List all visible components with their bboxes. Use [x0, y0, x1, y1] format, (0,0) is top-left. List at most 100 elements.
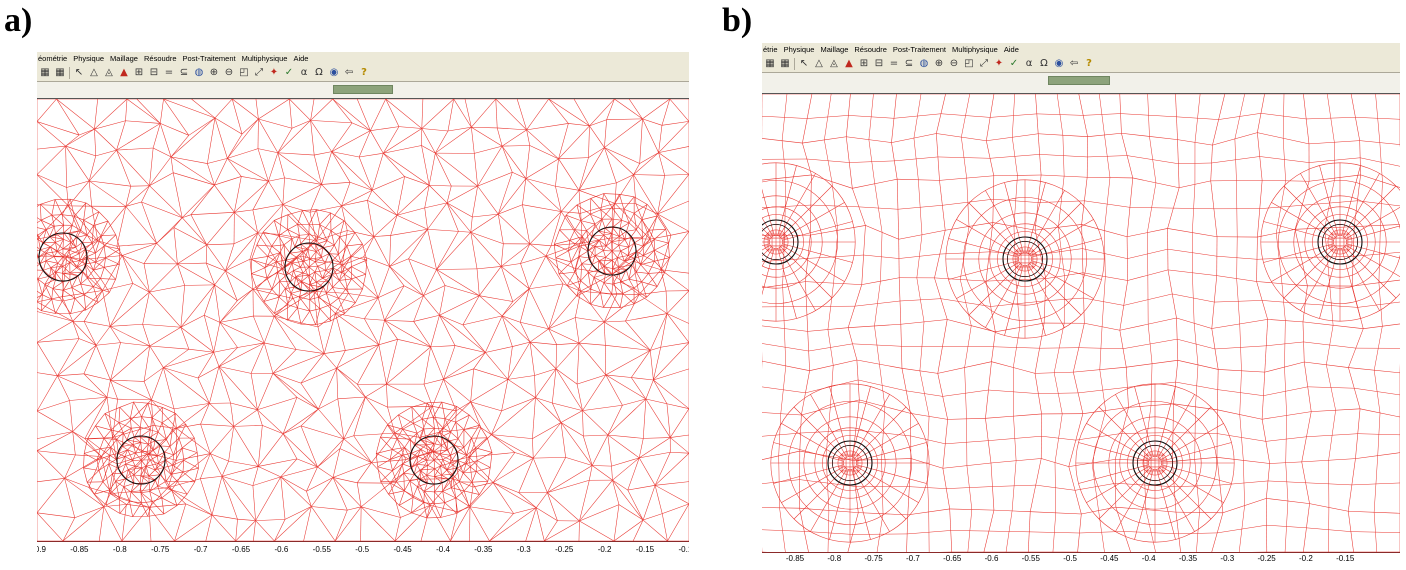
triangle-red-icon[interactable]: ▲ [118, 67, 130, 79]
mesh-edge [426, 444, 434, 445]
greek-omega-icon[interactable]: Ω [1038, 58, 1050, 70]
menu-post-traitement[interactable]: Post-Traitement [183, 52, 236, 65]
menu-aide[interactable]: Aide [1004, 43, 1019, 56]
mesh-edge [422, 145, 430, 185]
menu-multiphysique[interactable]: Multiphysique [242, 52, 288, 65]
triangle-icon[interactable]: △ [813, 58, 825, 70]
mesh-copy-icon[interactable]: ⊟ [873, 58, 885, 70]
mesh-edge [414, 321, 431, 346]
mesh-edge [561, 422, 592, 465]
mesh-edge [1099, 511, 1105, 552]
mesh-canvas[interactable] [37, 99, 689, 541]
mesh-edge [612, 251, 643, 256]
menu-resoudre[interactable]: Résoudre [144, 52, 177, 65]
mesh-edge [762, 326, 808, 332]
mesh-edge [364, 257, 390, 267]
mesh-edge [372, 153, 383, 190]
zoom-in-icon[interactable]: ⊕ [933, 58, 945, 70]
open-icon[interactable]: ▦ [39, 67, 51, 79]
mesh-edge [288, 293, 291, 304]
red-node-icon[interactable]: ✦ [268, 67, 280, 79]
zoom-extents-icon[interactable]: ⤢ [978, 58, 990, 70]
mesh-edge [163, 368, 209, 404]
mesh-edge [273, 373, 297, 397]
triangle-icon[interactable]: △ [88, 67, 100, 79]
globe-icon[interactable]: ◍ [193, 67, 205, 79]
zoom-window-icon[interactable]: ◰ [238, 67, 250, 79]
check-icon[interactable]: ✓ [283, 67, 295, 79]
mesh-canvas[interactable] [762, 94, 1400, 552]
mesh-edge [54, 226, 55, 233]
mesh-refine-icon[interactable]: ⊞ [858, 58, 870, 70]
menu-physique[interactable]: Physique [73, 52, 104, 65]
subset-icon[interactable]: ⊆ [178, 67, 190, 79]
horizontal-scroll-thumb[interactable] [333, 85, 393, 94]
mesh-edge [655, 243, 669, 250]
menu-physique[interactable]: Physique [784, 43, 815, 56]
check-icon[interactable]: ✓ [1008, 58, 1020, 70]
help-icon[interactable]: ? [1083, 58, 1095, 70]
mesh-edge [43, 270, 49, 276]
mesh-edge [487, 438, 492, 453]
menu-multiphysique[interactable]: Multiphysique [952, 43, 998, 56]
zoom-out-icon[interactable]: ⊖ [948, 58, 960, 70]
select-arrow-icon[interactable]: ↖ [798, 58, 810, 70]
triangle-mesh-icon[interactable]: ◬ [103, 67, 115, 79]
globe-icon[interactable]: ◍ [918, 58, 930, 70]
menu-maillage[interactable]: Maillage [820, 43, 848, 56]
mesh-edge [653, 380, 689, 409]
mesh-edge [215, 285, 220, 323]
mesh-edge [533, 458, 547, 492]
triangular-mesh-plot [37, 99, 689, 541]
mesh-edge [274, 519, 285, 541]
mesh-edge [253, 486, 256, 521]
zoom-in-icon[interactable]: ⊕ [208, 67, 220, 79]
select-arrow-icon[interactable]: ↖ [73, 67, 85, 79]
mesh-edge [84, 468, 88, 482]
mesh-edge [309, 244, 316, 267]
save-icon[interactable]: ▦ [779, 58, 791, 70]
subset-icon[interactable]: ⊆ [903, 58, 915, 70]
equals-icon[interactable]: = [888, 58, 900, 70]
circle-icon[interactable]: ◉ [328, 67, 340, 79]
mesh-edge [444, 379, 457, 411]
zoom-window-icon[interactable]: ◰ [963, 58, 975, 70]
zoom-extents-icon[interactable]: ⤢ [253, 67, 265, 79]
mesh-edge [556, 345, 557, 369]
menu-post-traitement[interactable]: Post-Traitement [893, 43, 946, 56]
save-icon[interactable]: ▦ [54, 67, 66, 79]
greek-ab-icon[interactable]: α [298, 67, 310, 79]
zoom-out-icon[interactable]: ⊖ [223, 67, 235, 79]
mesh-edge [210, 454, 228, 462]
arrow-back-icon[interactable]: ⇦ [343, 67, 355, 79]
triangle-red-icon[interactable]: ▲ [843, 58, 855, 70]
equals-icon[interactable]: = [163, 67, 175, 79]
mesh-edge [231, 403, 234, 426]
mesh-edge [281, 467, 318, 477]
menu-geometrie[interactable]: étrie [763, 43, 778, 56]
mesh-edge [464, 482, 472, 491]
mesh-refine-icon[interactable]: ⊞ [133, 67, 145, 79]
mesh-edge [288, 230, 292, 239]
open-icon[interactable]: ▦ [764, 58, 776, 70]
mesh-copy-icon[interactable]: ⊟ [148, 67, 160, 79]
mesh-edge [563, 284, 581, 291]
mesh-edge [174, 218, 182, 228]
arrow-back-icon[interactable]: ⇦ [1068, 58, 1080, 70]
greek-ab-icon[interactable]: α [1023, 58, 1035, 70]
horizontal-scroll-thumb[interactable] [1048, 76, 1110, 85]
help-icon[interactable]: ? [358, 67, 370, 79]
mesh-edge [552, 403, 582, 411]
menu-resoudre[interactable]: Résoudre [854, 43, 887, 56]
menu-aide[interactable]: Aide [293, 52, 308, 65]
menu-maillage[interactable]: Maillage [110, 52, 138, 65]
mesh-edge [636, 265, 640, 272]
mesh-edge [650, 235, 671, 239]
triangle-mesh-icon[interactable]: ◬ [828, 58, 840, 70]
circle-icon[interactable]: ◉ [1053, 58, 1065, 70]
mesh-edge [326, 294, 338, 299]
menu-geometrie[interactable]: éométrie [38, 52, 67, 65]
red-node-icon[interactable]: ✦ [993, 58, 1005, 70]
mesh-edge [404, 473, 410, 481]
greek-omega-icon[interactable]: Ω [313, 67, 325, 79]
